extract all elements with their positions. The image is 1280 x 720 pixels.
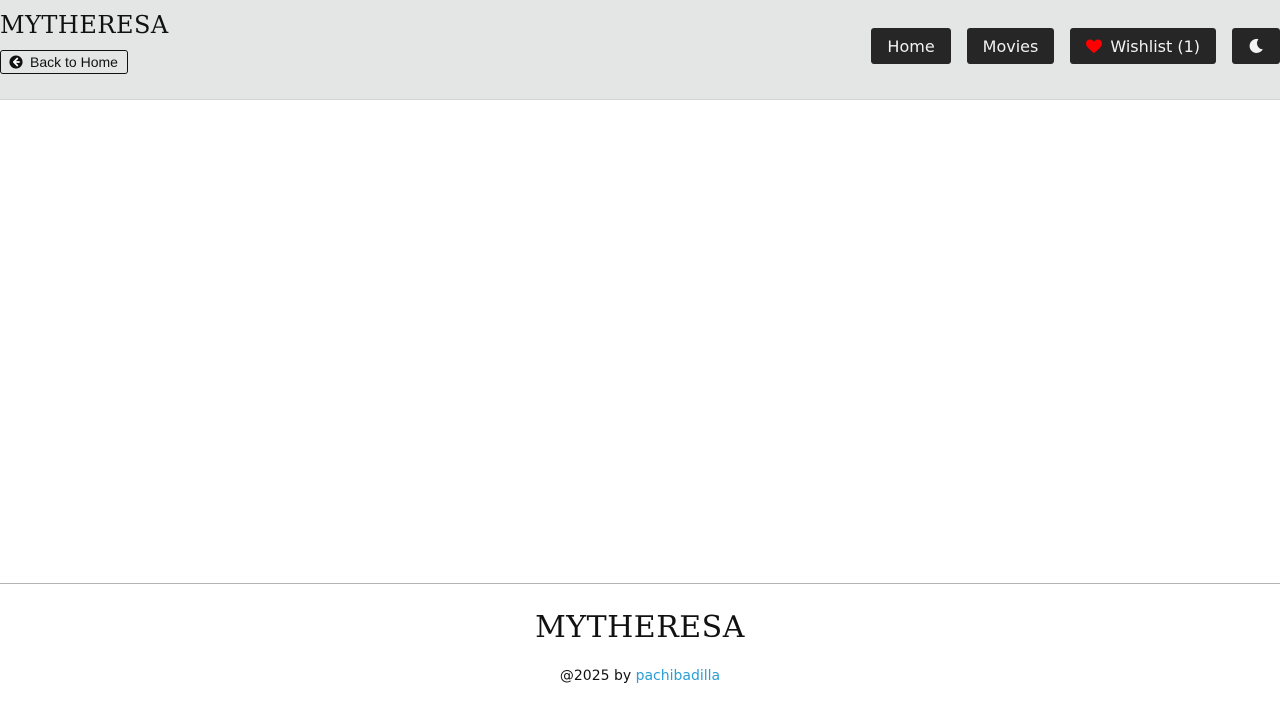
author-link[interactable]: pachibadilla <box>636 668 721 684</box>
nav-wishlist-button[interactable]: Wishlist (1) <box>1070 28 1216 64</box>
page: MYTHERESA Back to Home Home Movies Wishl… <box>0 0 1280 720</box>
footer-copyright: @2025 by pachibadilla <box>0 668 1280 684</box>
nav-movies-label: Movies <box>982 36 1039 56</box>
nav-wishlist-label: Wishlist (1) <box>1110 36 1200 56</box>
arrow-circle-left-icon <box>9 55 23 69</box>
moon-icon <box>1248 38 1264 54</box>
copyright-text: @2025 by <box>559 668 632 684</box>
site-footer: MYTHERESA @2025 by pachibadilla <box>0 583 1280 720</box>
main-nav: Home Movies Wishlist (1) <box>871 28 1280 64</box>
brand-logo[interactable]: MYTHERESA <box>0 12 169 38</box>
site-header: MYTHERESA Back to Home Home Movies Wishl… <box>0 0 1280 100</box>
nav-home-button[interactable]: Home <box>871 28 951 64</box>
theme-toggle-button[interactable] <box>1232 28 1280 64</box>
back-to-home-button[interactable]: Back to Home <box>0 50 128 74</box>
main-content <box>0 100 1280 583</box>
nav-movies-button[interactable]: Movies <box>966 28 1055 64</box>
back-to-home-label: Back to Home <box>30 54 118 70</box>
nav-home-label: Home <box>887 36 935 56</box>
footer-brand-logo: MYTHERESA <box>535 610 745 645</box>
heart-icon <box>1086 39 1103 54</box>
